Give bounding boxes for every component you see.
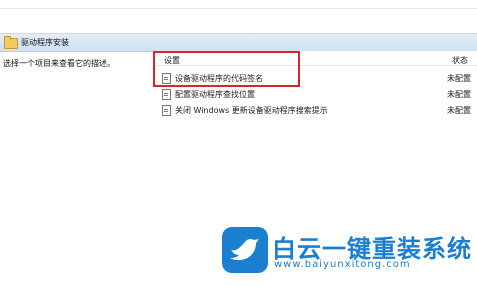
- policy-setting-icon: [162, 89, 171, 100]
- policy-status: 未配置: [447, 74, 471, 83]
- policy-label: 关闭 Windows 更新设备驱动程序搜索提示: [175, 106, 328, 115]
- description-text: 选择一个项目来查看它的描述。: [3, 59, 115, 68]
- policy-row-search-location[interactable]: 配置驱动程序查找位置 未配置: [155, 87, 477, 101]
- column-header-status[interactable]: 状态: [452, 55, 468, 66]
- bird-logo-icon: [222, 227, 268, 273]
- policy-status: 未配置: [447, 106, 471, 115]
- policy-status: 未配置: [447, 90, 471, 99]
- policy-row-windows-update-prompt[interactable]: 关闭 Windows 更新设备驱动程序搜索提示 未配置: [155, 103, 477, 117]
- policy-setting-icon: [162, 105, 171, 116]
- watermark: 白云一键重装系统 www.baiyunxitong.com: [218, 225, 477, 280]
- watermark-url: www.baiyunxitong.com: [274, 259, 411, 270]
- red-highlight-box: [153, 51, 300, 87]
- policy-label: 配置驱动程序查找位置: [175, 90, 255, 99]
- top-toolbar: [0, 0, 477, 34]
- section-header[interactable]: [0, 34, 477, 52]
- folder-icon: [4, 36, 18, 49]
- section-title: 驱动程序安装: [21, 38, 69, 47]
- toolbar-divider: [0, 8, 477, 9]
